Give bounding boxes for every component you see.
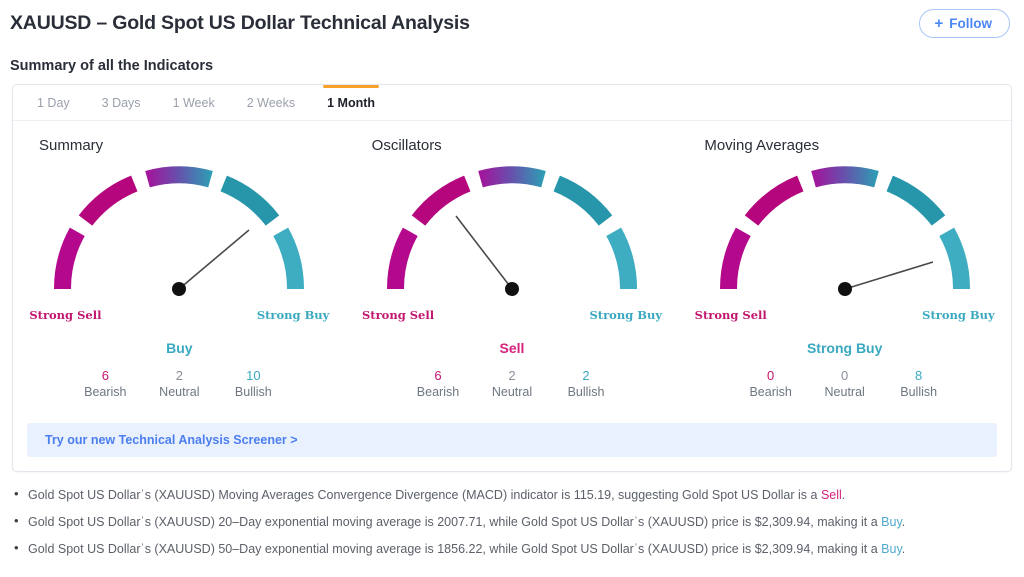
gauge-dial (346, 158, 679, 308)
screener-link[interactable]: Try our new Technical Analysis Screener … (45, 433, 298, 447)
list-item: Gold Spot US Dollarˈs (XAUUSD) 20–Day ex… (14, 512, 1010, 531)
summary-section-heading: Summary of all the Indicators (10, 58, 214, 74)
insight-text-end: . (841, 488, 846, 502)
count-bearish: 6 Bearish (415, 368, 461, 401)
gauge-verdict: Buy (166, 340, 193, 356)
screener-banner[interactable]: Try our new Technical Analysis Screener … (27, 423, 997, 457)
count-label: Bullish (567, 385, 605, 400)
tab-1-week[interactable]: 1 Week (157, 85, 231, 120)
count-value: 0 (767, 368, 775, 383)
insight-text: Gold Spot US Dollarˈs (XAUUSD) Moving Av… (28, 488, 821, 502)
gauge-counts: 0 Bearish 0 Neutral 8 Bullish (678, 368, 1011, 401)
timeframe-tabbar: 1 Day 3 Days 1 Week 2 Weeks 1 Month (13, 85, 1011, 121)
insight-text: Gold Spot US Dollarˈs (XAUUSD) 20–Day ex… (28, 515, 882, 530)
gauge-needle (172, 229, 250, 296)
signal-word[interactable]: Sell (821, 488, 842, 502)
count-label: Bullish (900, 385, 938, 400)
count-value: 6 (434, 368, 442, 383)
count-neutral: 2 Neutral (156, 368, 202, 401)
gauge-moving-averages: Moving Averages Strong Sell Strong Buy S… (678, 137, 1011, 401)
gauge-counts: 6 Bearish 2 Neutral 2 Bullish (346, 368, 679, 401)
tab-label: 3 Days (101, 95, 141, 110)
strong-buy-label: Strong Buy (256, 308, 330, 322)
gauge-end-labels: Strong Sell Strong Buy (695, 308, 995, 324)
strong-sell-label: Strong Sell (29, 308, 102, 322)
gauge-svg (719, 166, 970, 296)
count-neutral: 0 Neutral (822, 368, 868, 401)
gauge-svg (386, 166, 638, 296)
insight-text: Gold Spot US Dollarˈs (XAUUSD) 50–Day ex… (28, 542, 882, 557)
count-label: Bearish (416, 385, 460, 400)
insight-text-end: . (901, 515, 906, 530)
plus-icon: + (934, 14, 944, 32)
count-label: Neutral (159, 385, 200, 400)
count-label: Bearish (84, 385, 127, 400)
count-label: Neutral (491, 385, 533, 400)
count-bullish: 8 Bullish (896, 368, 942, 401)
gauges-row: Summary Strong Sell Strong Buy Buy 6 Bea… (13, 121, 1011, 401)
list-item: Gold Spot US Dollarˈs (XAUUSD) Moving Av… (14, 485, 1010, 504)
count-bullish: 2 Bullish (563, 368, 609, 401)
strong-sell-label: Strong Sell (362, 308, 435, 322)
insights-list: Gold Spot US Dollarˈs (XAUUSD) Moving Av… (14, 485, 1010, 567)
strong-buy-label: Strong Buy (922, 308, 995, 322)
strong-buy-label: Strong Buy (589, 308, 662, 322)
insight-text-end: . (901, 542, 906, 557)
signal-word[interactable]: Buy (881, 542, 902, 556)
count-neutral: 2 Neutral (489, 368, 535, 401)
tab-label: 2 Weeks (246, 95, 296, 110)
gauge-needle (837, 261, 933, 296)
count-value: 8 (915, 368, 923, 383)
count-value: 2 (582, 368, 590, 383)
gauge-oscillators: Oscillators Strong Sell Strong Buy Sell … (346, 137, 679, 401)
count-bearish: 0 Bearish (748, 368, 794, 401)
tab-2-weeks[interactable]: 2 Weeks (231, 85, 311, 120)
gauge-needle (455, 215, 519, 296)
gauge-end-labels: Strong Sell Strong Buy (29, 308, 329, 324)
count-label: Bearish (749, 385, 792, 400)
gauge-title: Oscillators (371, 137, 442, 154)
indicators-card: 1 Day 3 Days 1 Week 2 Weeks 1 Month Summ… (12, 84, 1012, 472)
page-header: XAUUSD – Gold Spot US Dollar Technical A… (0, 0, 1024, 46)
strong-sell-label: Strong Sell (694, 308, 767, 322)
gauge-title: Summary (39, 137, 104, 154)
count-value: 6 (101, 368, 109, 383)
signal-word[interactable]: Buy (881, 515, 902, 529)
gauge-summary: Summary Strong Sell Strong Buy Buy 6 Bea… (13, 137, 346, 401)
count-label: Bullish (234, 385, 272, 400)
count-value: 0 (841, 368, 849, 383)
page-title: XAUUSD – Gold Spot US Dollar Technical A… (10, 11, 470, 34)
gauge-title: Moving Averages (704, 137, 820, 154)
gauge-dial (678, 158, 1011, 308)
gauge-svg (54, 166, 305, 296)
tab-label: 1 Month (327, 95, 376, 110)
gauge-verdict: Strong Buy (806, 340, 883, 356)
tab-label: 1 Day (37, 95, 70, 110)
tab-3-days[interactable]: 3 Days (86, 85, 157, 120)
gauge-dial (13, 158, 346, 308)
count-bearish: 6 Bearish (82, 368, 128, 401)
gauge-end-labels: Strong Sell Strong Buy (362, 308, 662, 324)
tab-1-day[interactable]: 1 Day (21, 85, 86, 120)
count-label: Neutral (824, 385, 865, 400)
gauge-verdict: Sell (499, 340, 525, 356)
count-value: 2 (508, 368, 516, 383)
count-bullish: 10 Bullish (230, 368, 276, 401)
follow-button-label: Follow (949, 15, 992, 31)
follow-button[interactable]: + Follow (919, 8, 1010, 38)
list-item: Gold Spot US Dollarˈs (XAUUSD) 50–Day ex… (14, 539, 1010, 558)
tab-1-month[interactable]: 1 Month (311, 85, 391, 120)
tab-label: 1 Week (172, 95, 215, 110)
gauge-counts: 6 Bearish 2 Neutral 10 Bullish (13, 368, 346, 401)
count-value: 10 (246, 368, 261, 383)
count-value: 2 (175, 368, 183, 383)
technical-analysis-page: XAUUSD – Gold Spot US Dollar Technical A… (0, 0, 1024, 577)
